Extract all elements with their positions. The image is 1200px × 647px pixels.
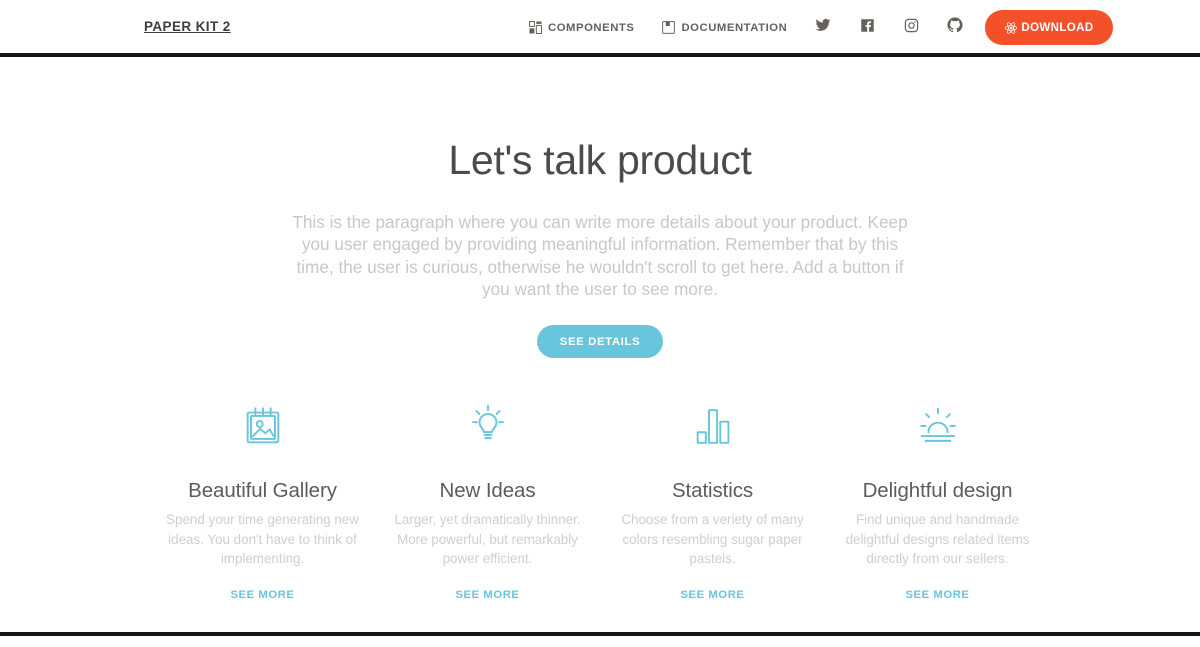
product-section: Let's talk product This is the paragraph… xyxy=(0,57,1200,632)
page-root: PAPER KIT 2 COMPONENTS DOCUMENTATION DOW… xyxy=(0,0,1200,647)
feature-description: Spend your time generating new ideas. Yo… xyxy=(166,512,359,567)
top-navbar: PAPER KIT 2 COMPONENTS DOCUMENTATION DOW… xyxy=(0,0,1200,55)
instagram-icon xyxy=(904,18,919,38)
components-icon xyxy=(529,21,542,34)
feature-title: Delightful design xyxy=(862,479,1013,503)
gallery-album-icon xyxy=(162,395,363,457)
see-details-button[interactable]: SEE DETAILS xyxy=(536,325,664,359)
feature-description: Larger, yet dramatically thinner. More p… xyxy=(394,512,581,567)
download-button-label: DOWNLOAD xyxy=(1021,21,1094,34)
nav-item-documentation[interactable]: DOCUMENTATION xyxy=(648,21,801,34)
nav-item-instagram[interactable] xyxy=(889,8,933,48)
hero-paragraph: This is the paragraph where you can writ… xyxy=(292,212,908,300)
feature-card-ideas: New Ideas Larger, yet dramatically thinn… xyxy=(375,395,600,602)
nav-item-documentation-label: DOCUMENTATION xyxy=(681,21,788,34)
feature-title: Statistics xyxy=(671,479,754,503)
nav-item-twitter[interactable] xyxy=(801,8,845,48)
facebook-icon xyxy=(860,18,875,38)
see-more-link-design[interactable]: SEE MORE xyxy=(905,589,969,601)
navbar-menu: COMPONENTS DOCUMENTATION DOWNLOAD xyxy=(515,0,1113,55)
feature-title: Beautiful Gallery xyxy=(188,479,337,503)
section-container: Let's talk product This is the paragraph… xyxy=(15,137,1185,603)
feature-card-design: Delightful design Find unique and handma… xyxy=(825,395,1050,602)
navbar-bottom-rule xyxy=(0,53,1200,57)
documentation-icon xyxy=(662,21,676,34)
nav-item-github[interactable] xyxy=(933,8,977,48)
page-title: Let's talk product xyxy=(448,137,752,183)
features-grid: Beautiful Gallery Spend your time genera… xyxy=(30,395,1170,602)
cta-wrapper: SEE DETAILS xyxy=(30,325,1170,359)
nav-item-components-label: COMPONENTS xyxy=(548,21,635,34)
see-more-link-gallery[interactable]: SEE MORE xyxy=(230,589,294,601)
light-bulb-icon xyxy=(387,395,588,457)
sunrise-icon xyxy=(837,395,1038,457)
see-more-link-statistics[interactable]: SEE MORE xyxy=(680,589,744,601)
nav-item-facebook[interactable] xyxy=(845,8,889,48)
download-button[interactable]: DOWNLOAD xyxy=(985,10,1113,45)
see-more-link-ideas[interactable]: SEE MORE xyxy=(455,589,519,601)
github-icon xyxy=(947,17,963,38)
bar-chart-icon xyxy=(612,395,813,457)
feature-title: New Ideas xyxy=(439,479,536,503)
page-bottom-rule xyxy=(0,632,1200,636)
brand-logo[interactable]: PAPER KIT 2 xyxy=(144,19,231,34)
nav-item-components[interactable]: COMPONENTS xyxy=(515,21,648,34)
feature-description: Find unique and handmade delightful desi… xyxy=(845,512,1030,567)
twitter-icon xyxy=(815,17,831,38)
feature-card-statistics: Statistics Choose from a veriety of many… xyxy=(600,395,825,602)
feature-card-gallery: Beautiful Gallery Spend your time genera… xyxy=(150,395,375,602)
react-logo-icon xyxy=(1004,21,1018,35)
feature-description: Choose from a veriety of many colors res… xyxy=(621,512,804,567)
